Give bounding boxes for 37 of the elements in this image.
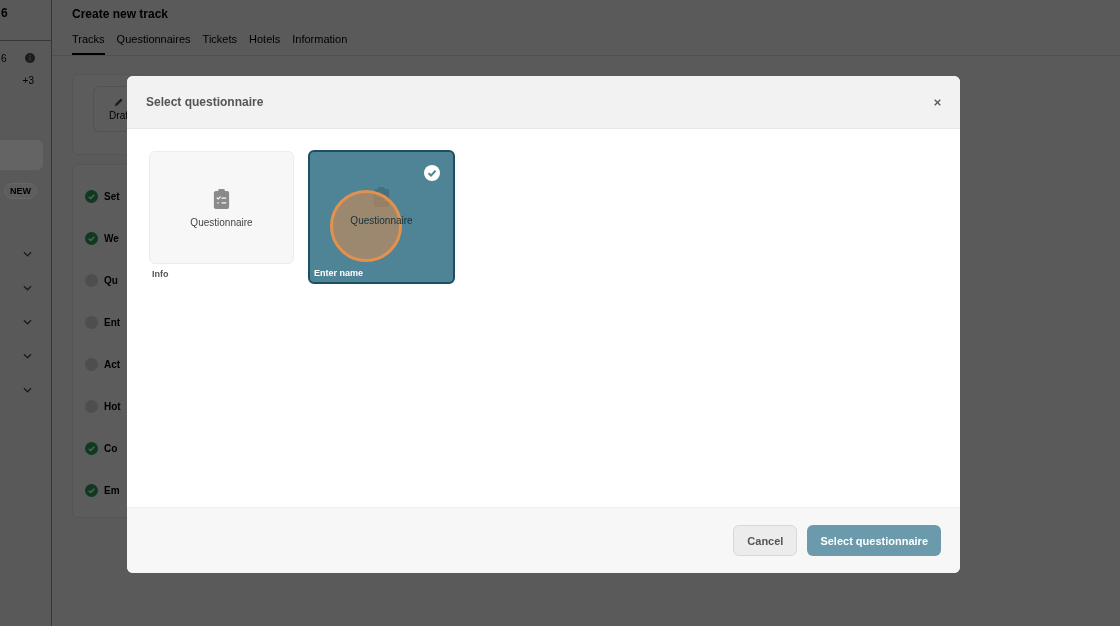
cancel-button[interactable]: Cancel [733, 525, 798, 556]
chevron-icon[interactable] [23, 387, 32, 393]
clipboard-icon [372, 185, 391, 209]
sidebar-text: 6 [0, 0, 51, 41]
step-label[interactable]: Act [104, 358, 121, 370]
step-label[interactable]: Qu [104, 274, 118, 286]
questionnaire-card[interactable]: Questionnaire [149, 151, 294, 264]
chevron-icon[interactable] [23, 251, 32, 257]
close-icon[interactable] [934, 98, 941, 106]
card-name: Info [151, 269, 170, 279]
clipboard-icon [212, 187, 231, 211]
select-button[interactable]: Select questionnaire [807, 525, 941, 556]
step-label[interactable]: Ent [104, 316, 121, 328]
tab[interactable]: Hotels [249, 33, 281, 55]
step-label[interactable]: We [104, 232, 119, 244]
tab[interactable]: Information [292, 33, 348, 55]
tab[interactable]: Tracks [72, 33, 105, 55]
count-text: +3 [22, 74, 34, 86]
card-name: Enter name [313, 268, 364, 278]
tab[interactable]: Questionnaires [116, 33, 191, 55]
pencil-icon [114, 97, 124, 107]
page-title: Create new track [72, 7, 170, 21]
dialog-title: Select questionnaire [146, 95, 264, 109]
count-text: 6 [1, 52, 7, 64]
step-label[interactable]: Em [104, 484, 120, 496]
step-label[interactable]: Co [104, 442, 118, 454]
check-circle-icon [424, 165, 440, 181]
card-title: Questionnaire [190, 217, 253, 228]
step-label[interactable]: Set [104, 190, 120, 202]
step-label[interactable]: Hot [104, 400, 121, 412]
new-badge: NEW [4, 183, 37, 199]
chevron-icon[interactable] [23, 353, 32, 359]
chevron-icon[interactable] [23, 285, 32, 291]
tab[interactable]: Tickets [202, 33, 238, 55]
status-button[interactable]: Draf [93, 86, 128, 132]
info-icon [25, 53, 35, 63]
chevron-icon[interactable] [23, 319, 32, 325]
